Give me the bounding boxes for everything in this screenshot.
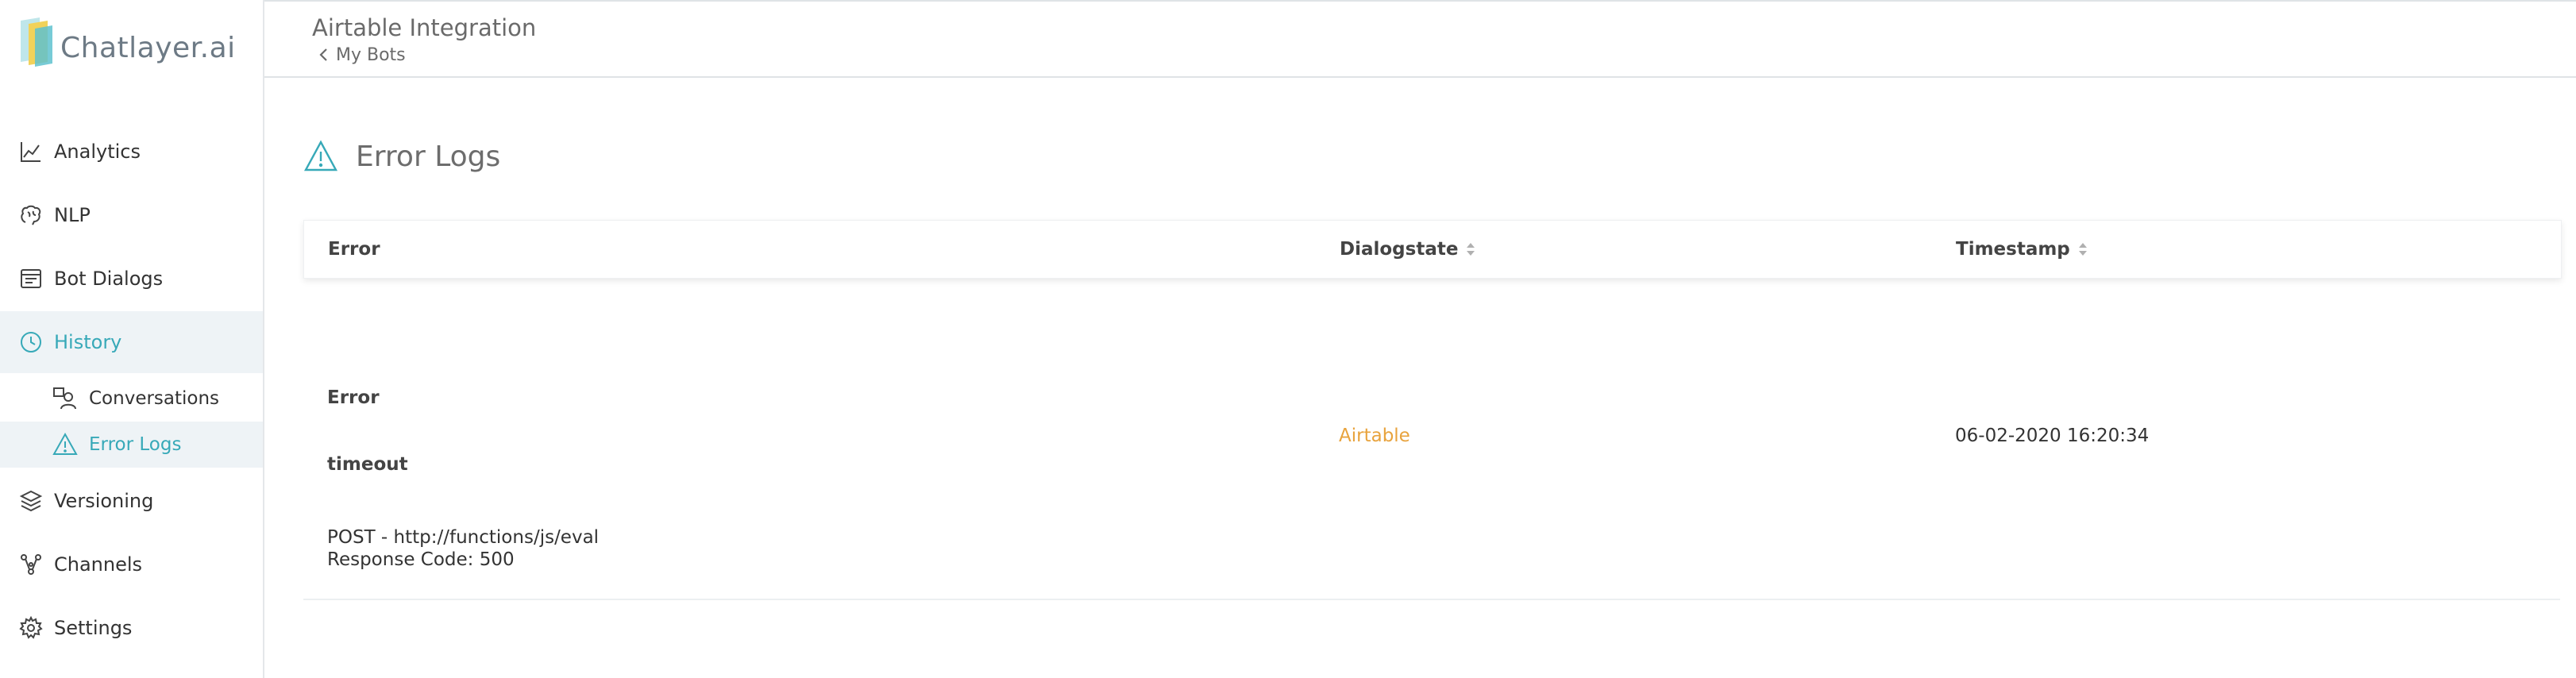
column-header-timestamp[interactable]: Timestamp bbox=[1956, 221, 2088, 278]
sidebar-item-label: Analytics bbox=[54, 141, 141, 163]
sidebar-item-label: NLP bbox=[54, 204, 91, 226]
sidebar-item-label: Settings bbox=[54, 617, 133, 639]
error-type: timeout bbox=[327, 454, 408, 475]
page-title: Error Logs bbox=[303, 137, 500, 176]
error-response-code: Response Code: 500 bbox=[327, 549, 515, 570]
sidebar-subitem-conversations[interactable]: Conversations bbox=[0, 376, 263, 422]
page-title-text: Error Logs bbox=[356, 140, 501, 173]
sidebar-item-label: Channels bbox=[54, 553, 143, 576]
logo-mark-icon bbox=[21, 17, 52, 67]
sidebar: Chatlayer.ai Analytics NLP Bot Dialogs H… bbox=[0, 0, 264, 678]
sort-icon[interactable] bbox=[2078, 241, 2088, 257]
back-link-label: My Bots bbox=[336, 44, 406, 65]
layers-icon bbox=[19, 490, 43, 512]
conversations-icon bbox=[53, 387, 76, 410]
back-to-my-bots-link[interactable]: My Bots bbox=[318, 43, 406, 67]
brain-icon bbox=[21, 205, 41, 225]
sort-icon[interactable] bbox=[1466, 241, 1475, 257]
sidebar-item-label: Versioning bbox=[54, 490, 154, 512]
sidebar-item-bot-dialogs[interactable]: Bot Dialogs bbox=[0, 248, 263, 310]
sidebar-item-versioning[interactable]: Versioning bbox=[0, 470, 263, 532]
line-chart-icon bbox=[21, 142, 40, 162]
gear-icon bbox=[19, 616, 43, 639]
error-heading: Error bbox=[327, 387, 380, 408]
sidebar-item-channels[interactable]: Channels bbox=[0, 534, 263, 595]
top-header: Airtable Integration My Bots bbox=[264, 0, 2576, 78]
sidebar-item-label: Conversations bbox=[89, 388, 220, 409]
table-row[interactable]: Error timeout POST - http://functions/js… bbox=[303, 278, 2560, 600]
sidebar-item-nlp[interactable]: NLP bbox=[0, 184, 263, 246]
warning-icon bbox=[52, 432, 78, 455]
bot-title: Airtable Integration bbox=[312, 14, 537, 41]
brand-name: Chatlayer.ai bbox=[60, 32, 236, 64]
column-header-error: Error bbox=[328, 239, 380, 260]
dialogstate-link[interactable]: Airtable bbox=[1339, 426, 1410, 446]
channels-icon bbox=[21, 554, 41, 575]
timestamp-value: 06-02-2020 16:20:34 bbox=[1955, 426, 2150, 446]
table-header: Error Dialogstate Timestamp bbox=[303, 220, 2562, 279]
sidebar-item-settings[interactable]: Settings bbox=[0, 597, 263, 659]
sidebar-item-history[interactable]: History bbox=[0, 311, 263, 373]
dialog-window-icon bbox=[21, 269, 41, 288]
column-header-dialogstate[interactable]: Dialogstate bbox=[1340, 221, 1475, 278]
sidebar-item-analytics[interactable]: Analytics bbox=[0, 121, 263, 183]
error-request: POST - http://functions/js/eval bbox=[327, 527, 600, 548]
warning-icon bbox=[303, 140, 338, 171]
sidebar-subitem-error-logs[interactable]: Error Logs bbox=[0, 422, 263, 468]
sidebar-item-label: Bot Dialogs bbox=[54, 268, 164, 290]
logo[interactable]: Chatlayer.ai bbox=[17, 17, 256, 68]
sidebar-item-label: History bbox=[54, 331, 122, 353]
chevron-left-icon bbox=[319, 48, 327, 61]
clock-icon bbox=[21, 332, 41, 352]
sidebar-item-label: Error Logs bbox=[89, 434, 182, 455]
